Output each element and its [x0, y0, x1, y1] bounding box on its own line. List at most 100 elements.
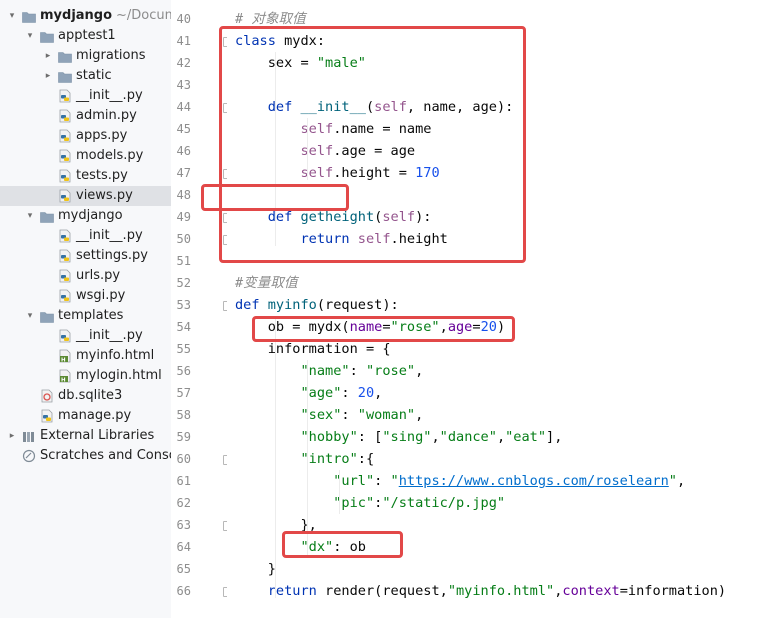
line-number: 45: [176, 122, 191, 136]
tree-item-label: templates: [58, 308, 124, 323]
chevron-down-icon[interactable]: ▾: [24, 206, 36, 226]
tree-item-label: static: [76, 68, 112, 83]
python-file-icon: [58, 109, 72, 123]
line-number: 47: [176, 166, 191, 180]
tree-item-label: manage.py: [58, 408, 132, 423]
project-path-hint: ~/Docume: [116, 8, 171, 23]
folder-icon: [22, 10, 36, 23]
tree-item-apptest1[interactable]: ▾ apptest1: [0, 26, 171, 46]
tree-item-settings-py[interactable]: settings.py: [0, 246, 171, 266]
line-number: 62: [176, 496, 191, 510]
tree-item-label: migrations: [76, 48, 146, 63]
tree-item-label: mylogin.html: [76, 368, 162, 383]
tree-item-label: admin.py: [76, 108, 137, 123]
code-line: def myinfo(request):: [235, 297, 399, 313]
tree-item-label: __init__.py: [76, 328, 143, 343]
chevron-down-icon[interactable]: ▾: [24, 306, 36, 326]
tree-item-migrations[interactable]: ▸ migrations: [0, 46, 171, 66]
tree-item-label: settings.py: [76, 248, 148, 263]
tree-item-mydjango[interactable]: ▾ mydjango~/Docume: [0, 6, 171, 26]
svg-text:H: H: [61, 357, 66, 363]
folder-icon: [40, 210, 54, 223]
line-number: 57: [176, 386, 191, 400]
tree-item-admin-py[interactable]: admin.py: [0, 106, 171, 126]
tree-item-init-py[interactable]: __init__.py: [0, 226, 171, 246]
tree-item-label: tests.py: [76, 168, 128, 183]
tree-item-mydjango[interactable]: ▾ mydjango: [0, 206, 171, 226]
tree-item-wsgi-py[interactable]: wsgi.py: [0, 286, 171, 306]
line-number: 58: [176, 408, 191, 422]
tree-item-tests-py[interactable]: tests.py: [0, 166, 171, 186]
tree-item-db-sqlite3[interactable]: db.sqlite3: [0, 386, 171, 406]
python-file-icon: [58, 129, 72, 143]
tree-item-label: db.sqlite3: [58, 388, 123, 403]
tree-item-external-libraries[interactable]: ▸ External Libraries: [0, 426, 171, 446]
tree-item-label: urls.py: [76, 268, 121, 283]
line-number: 46: [176, 144, 191, 158]
python-file-icon: [58, 249, 72, 263]
tree-item-label: mydjango: [40, 8, 113, 23]
highlight-box-class-mydx: [219, 26, 526, 263]
python-file-icon: [58, 189, 72, 203]
tree-item-scratches-and-consol[interactable]: Scratches and Consol: [0, 446, 171, 466]
line-number: 54: [176, 320, 191, 334]
tree-item-label: apptest1: [58, 28, 116, 43]
library-icon: [22, 430, 36, 442]
line-number: 43: [176, 78, 191, 92]
folder-icon: [58, 50, 72, 63]
tree-item-init-py[interactable]: __init__.py: [0, 86, 171, 106]
tree-item-init-py[interactable]: __init__.py: [0, 326, 171, 346]
chevron-down-icon[interactable]: ▾: [6, 6, 18, 26]
tree-item-myinfo-html[interactable]: Hmyinfo.html: [0, 346, 171, 366]
line-number: 56: [176, 364, 191, 378]
line-number: 64: [176, 540, 191, 554]
tree-item-label: apps.py: [76, 128, 128, 143]
tree-item-mylogin-html[interactable]: Hmylogin.html: [0, 366, 171, 386]
tree-item-label: __init__.py: [76, 228, 143, 243]
line-number: 50: [176, 232, 191, 246]
python-file-icon: [58, 329, 72, 343]
indent-guide: [275, 316, 276, 598]
python-file-icon: [58, 149, 72, 163]
tree-item-label: __init__.py: [76, 88, 143, 103]
highlight-box-dx-entry: [282, 531, 403, 558]
code-line: "hobby": ["sing","dance","eat"],: [300, 429, 563, 445]
tree-item-static[interactable]: ▸ static: [0, 66, 171, 86]
tree-item-templates[interactable]: ▾ templates: [0, 306, 171, 326]
line-number: 42: [176, 56, 191, 70]
chevron-right-icon[interactable]: ▸: [42, 66, 54, 86]
line-number: 53: [176, 298, 191, 312]
tree-item-views-py[interactable]: views.py: [0, 186, 171, 206]
chevron-down-icon[interactable]: ▾: [24, 26, 36, 46]
code-line: "age": 20,: [300, 385, 383, 401]
tree-item-label: External Libraries: [40, 428, 155, 443]
line-number: 41: [176, 34, 191, 48]
tree-item-manage-py[interactable]: manage.py: [0, 406, 171, 426]
indent-guide: [307, 360, 308, 558]
line-number: 63: [176, 518, 191, 532]
code-line: #变量取值: [235, 275, 298, 291]
chevron-right-icon[interactable]: ▸: [42, 46, 54, 66]
html-file-icon: H: [58, 349, 72, 363]
highlight-box-views-file: [201, 184, 349, 211]
database-file-icon: [40, 389, 54, 403]
chevron-right-icon[interactable]: ▸: [6, 426, 18, 446]
code-line: }: [235, 561, 276, 577]
line-number: 40: [176, 12, 191, 26]
tree-item-models-py[interactable]: models.py: [0, 146, 171, 166]
code-line: "intro":{: [300, 451, 375, 467]
folder-icon: [40, 30, 54, 43]
python-file-icon: [40, 409, 54, 423]
svg-text:H: H: [61, 377, 66, 383]
tree-item-urls-py[interactable]: urls.py: [0, 266, 171, 286]
code-line: "url": "https://www.cnblogs.com/roselear…: [333, 473, 686, 489]
scratches-icon: [22, 449, 36, 463]
line-number: 51: [176, 254, 191, 268]
tree-item-label: mydjango: [58, 208, 123, 223]
line-number: 61: [176, 474, 191, 488]
line-number: 55: [176, 342, 191, 356]
line-number: 48: [176, 188, 191, 202]
tree-item-label: Scratches and Consol: [40, 448, 172, 463]
tree-item-apps-py[interactable]: apps.py: [0, 126, 171, 146]
line-number: 66: [176, 584, 191, 598]
